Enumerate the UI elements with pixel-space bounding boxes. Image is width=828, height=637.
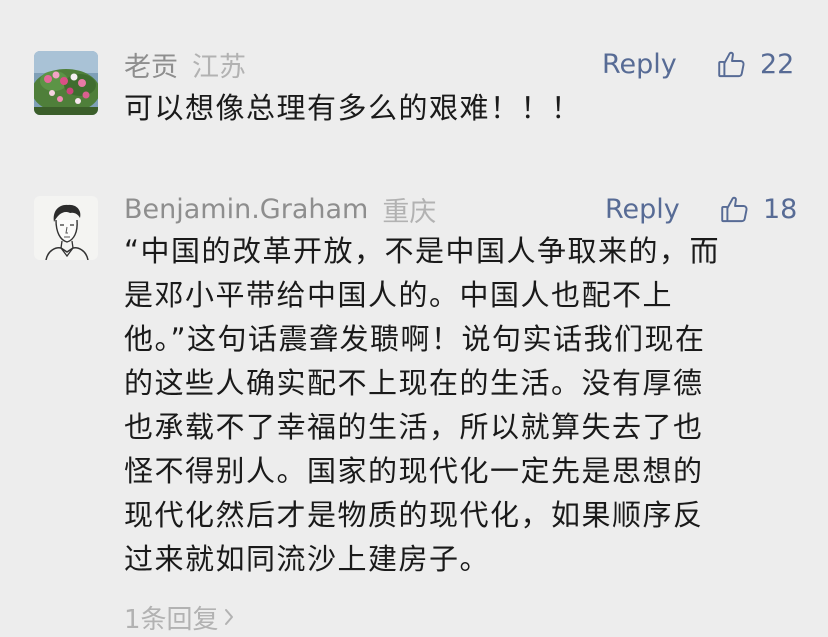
thumbs-up-icon xyxy=(716,49,747,80)
thumbs-up-icon xyxy=(719,194,750,225)
author-name[interactable]: 老贡 xyxy=(124,45,178,84)
comment-text: 可以想像总理有多么的艰难！！！ xyxy=(124,91,582,125)
author-name[interactable]: Benjamin.Graham xyxy=(124,194,368,225)
comment-header: 老贡 江苏 xyxy=(124,44,246,84)
like-button[interactable]: 18 xyxy=(719,189,797,229)
like-count: 18 xyxy=(763,193,798,225)
chevron-right-icon xyxy=(223,606,235,628)
like-count: 22 xyxy=(760,48,795,80)
reply-button[interactable]: Reply xyxy=(605,189,680,229)
replies-count-label: 1条回复 xyxy=(124,604,219,635)
sketch-man-avatar xyxy=(34,196,98,260)
avatar[interactable] xyxy=(34,196,98,260)
comment-text: “中国的改革开放，不是中国人争取来的，而 是邓小平带给中国人的。中国人也配不上 … xyxy=(124,234,721,576)
flower-garden-avatar xyxy=(34,51,98,115)
comment-item: Benjamin.Graham 重庆 Reply 18 “中国的改革开放，不是中… xyxy=(0,170,828,637)
comment-item: 老贡 江苏 Reply 22 可以想像总理有多么的艰难！！！ xyxy=(0,0,828,170)
comment-header: Benjamin.Graham 重庆 xyxy=(124,189,436,229)
like-button[interactable]: 22 xyxy=(716,44,794,84)
reply-button[interactable]: Reply xyxy=(602,44,677,84)
author-location: 重庆 xyxy=(382,196,437,228)
view-replies-link[interactable]: 1条回复 xyxy=(124,597,235,637)
avatar[interactable] xyxy=(34,51,98,115)
author-location: 江苏 xyxy=(192,51,246,83)
